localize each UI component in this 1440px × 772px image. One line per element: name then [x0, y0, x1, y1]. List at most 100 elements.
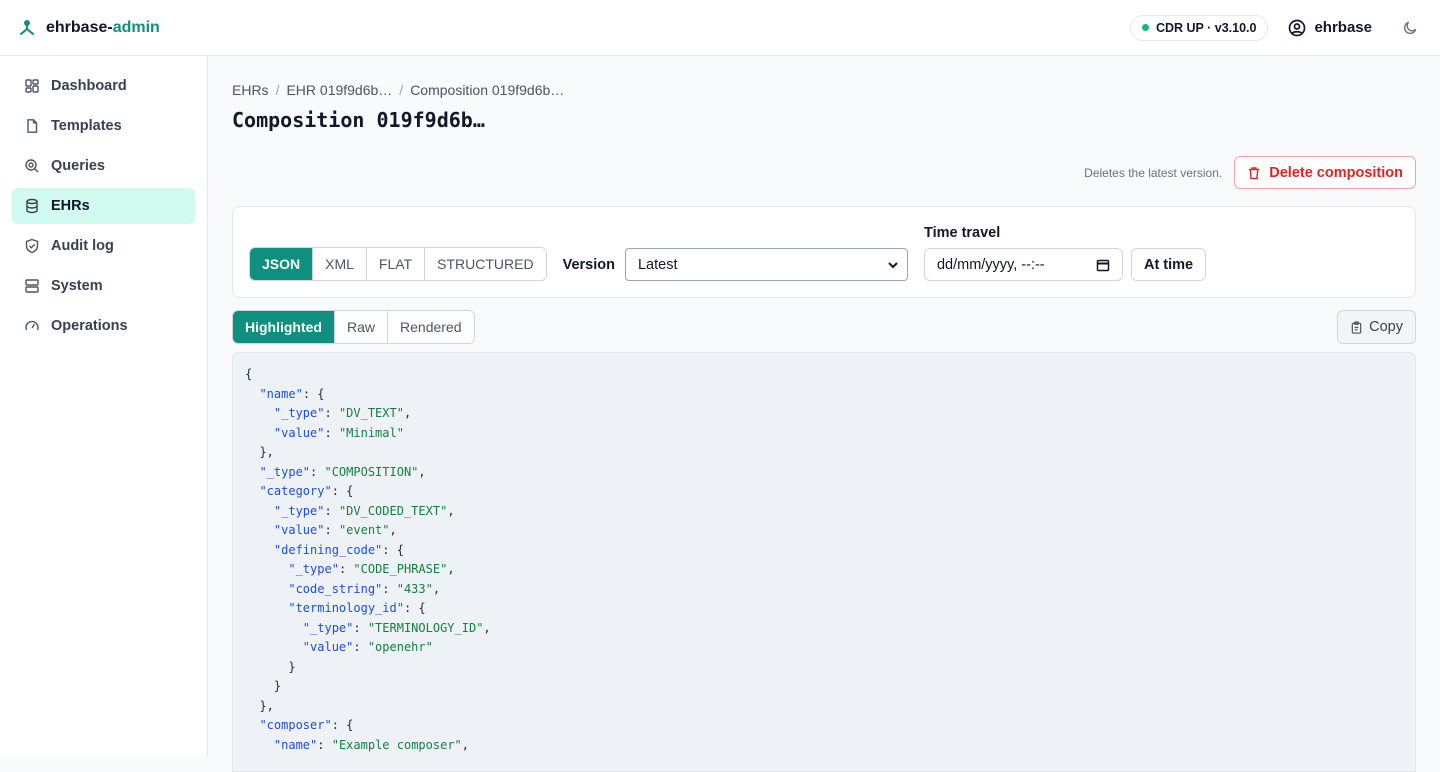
version-select[interactable]: Latest: [624, 248, 908, 281]
json-punctuation: ,: [389, 523, 397, 537]
json-key: "terminology_id": [288, 601, 404, 615]
json-punctuation: [245, 426, 274, 440]
code-line: "code_string": "433",: [245, 580, 1403, 600]
version-select-value: Latest: [637, 256, 678, 273]
breadcrumb-composition: Composition 019f9d6b…: [410, 82, 565, 98]
json-punctuation: [245, 484, 259, 498]
breadcrumb-ehr[interactable]: EHR 019f9d6b…: [286, 82, 392, 98]
json-key: "value": [273, 425, 325, 440]
json-key: "_type": [259, 464, 311, 479]
sidebar-item-audit-log[interactable]: Audit log: [12, 228, 195, 264]
json-punctuation: :: [324, 523, 339, 537]
at-time-button[interactable]: At time: [1130, 248, 1207, 281]
database-icon: [26, 198, 38, 214]
code-line: "value": "event",: [245, 521, 1403, 541]
json-punctuation: :: [317, 737, 332, 752]
code-line: "composer": {: [245, 716, 1403, 736]
sidebar-item-queries[interactable]: Queries: [12, 148, 195, 184]
calendar-icon[interactable]: [1096, 258, 1110, 272]
sidebar-item-label: Queries: [51, 158, 105, 174]
view-rendered-button[interactable]: Rendered: [388, 311, 474, 343]
sidebar-item-operations[interactable]: Operations: [12, 308, 195, 344]
code-line: "terminology_id": {: [245, 599, 1403, 619]
json-punctuation: [245, 601, 288, 615]
json-code: { "name": { "_type": "DV_TEXT", "value":…: [245, 365, 1403, 755]
code-line: "name": "Example composer",: [245, 736, 1403, 756]
date-input-placeholder: dd/mm/yyyy, --:--: [936, 256, 1045, 273]
time-travel-label: Time travel: [923, 225, 1001, 241]
sidebar-item-label: Operations: [51, 318, 128, 334]
format-flat-button[interactable]: FLAT: [366, 248, 426, 280]
code-line: "_type": "DV_CODED_TEXT",: [245, 502, 1403, 522]
delete-composition-label: Delete composition: [1269, 164, 1403, 181]
json-punctuation: :: [338, 562, 354, 576]
json-punctuation: [245, 523, 274, 537]
json-punctuation: :: [324, 425, 339, 440]
breadcrumb-ehrs[interactable]: EHRs: [232, 82, 269, 98]
sidebar-item-ehrs[interactable]: EHRs: [12, 188, 195, 224]
json-punctuation: [245, 718, 259, 732]
code-line: "defining_code": {: [245, 541, 1403, 561]
delete-hint: Deletes the latest version.: [1084, 165, 1223, 180]
json-punctuation: :: [353, 620, 368, 635]
json-punctuation: : {: [331, 718, 354, 732]
theme-toggle-button[interactable]: [1398, 16, 1422, 40]
json-key: "value": [273, 523, 325, 537]
sidebar-item-system[interactable]: System: [12, 268, 195, 304]
code-line: },: [245, 443, 1403, 463]
gauge-icon: [25, 320, 39, 331]
time-travel-group: Time travel dd/mm/yyyy, --:-- At time: [923, 225, 1207, 281]
json-punctuation: [245, 621, 303, 635]
code-line: },: [245, 697, 1403, 717]
view-highlighted-button[interactable]: Highlighted: [233, 311, 335, 343]
breadcrumb: EHRs / EHR 019f9d6b… / Composition 019f9…: [232, 82, 1416, 98]
json-string: "COMPOSITION": [324, 464, 419, 479]
status-text: CDR UP · v3.10.0: [1155, 20, 1257, 35]
json-punctuation: [245, 640, 303, 654]
version-group: Version Latest: [563, 248, 908, 281]
json-punctuation: }: [245, 659, 296, 674]
shield-icon: [25, 238, 39, 254]
json-punctuation: ,: [418, 464, 426, 479]
main-content: EHRs / EHR 019f9d6b… / Composition 019f9…: [208, 56, 1440, 772]
format-structured-button[interactable]: STRUCTURED: [425, 248, 546, 280]
json-punctuation: [245, 465, 259, 479]
format-json-button[interactable]: JSON: [250, 248, 314, 280]
view-mode-selector: Highlighted Raw Rendered: [232, 310, 475, 344]
dashboard-icon: [25, 79, 39, 93]
user-menu[interactable]: ehrbase: [1288, 19, 1372, 37]
sidebar-item-label: EHRs: [51, 198, 90, 214]
json-punctuation: :: [382, 581, 397, 596]
cdr-status-badge: CDR UP · v3.10.0: [1129, 14, 1269, 41]
json-key: "_type": [288, 562, 339, 576]
code-line: }: [245, 677, 1403, 697]
json-key: "_type": [273, 503, 325, 518]
json-punctuation: }: [245, 679, 282, 693]
composition-code-viewer[interactable]: { "name": { "_type": "DV_TEXT", "value":…: [232, 352, 1416, 772]
user-circle-icon: [1289, 19, 1306, 36]
sidebar-item-dashboard[interactable]: Dashboard: [12, 68, 195, 104]
brand-logo[interactable]: ehrbase-admin: [18, 19, 160, 37]
delete-composition-button[interactable]: Delete composition: [1234, 156, 1416, 189]
json-key: "defining_code": [273, 542, 383, 557]
json-punctuation: [245, 387, 259, 401]
user-name: ehrbase: [1314, 19, 1372, 36]
top-bar: ehrbase-admin CDR UP · v3.10.0 ehrbase: [0, 0, 1440, 56]
json-key: "code_string": [288, 581, 383, 596]
copy-button[interactable]: Copy: [1337, 310, 1416, 344]
json-punctuation: : {: [331, 484, 354, 498]
json-key: "composer": [259, 718, 332, 732]
json-key: "_type": [302, 620, 354, 635]
json-punctuation: {: [245, 367, 253, 381]
time-travel-date-input[interactable]: dd/mm/yyyy, --:--: [923, 248, 1123, 281]
format-xml-button[interactable]: XML: [313, 248, 367, 280]
code-line: "value": "openehr": [245, 638, 1403, 658]
code-line: {: [245, 365, 1403, 385]
sidebar-item-templates[interactable]: Templates: [12, 108, 195, 144]
json-punctuation: [245, 406, 274, 420]
code-line: "category": {: [245, 482, 1403, 502]
view-raw-button[interactable]: Raw: [335, 311, 389, 343]
json-punctuation: :: [310, 464, 325, 479]
branch-logo-icon: [20, 19, 34, 35]
copy-label: Copy: [1369, 319, 1403, 335]
